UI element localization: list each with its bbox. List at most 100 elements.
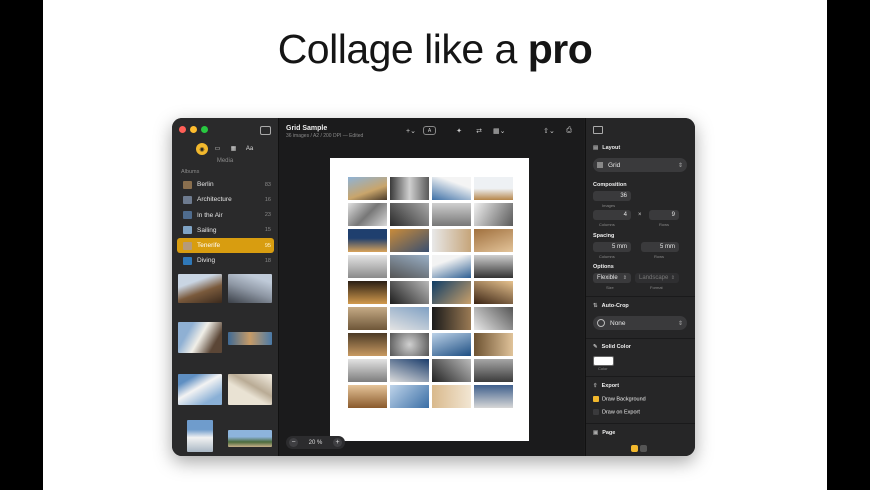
photo-thumbnail[interactable]	[228, 332, 272, 345]
layout-menu-icon[interactable]: ▦⌄	[491, 126, 507, 136]
format-select[interactable]: Landscape ⇕	[635, 273, 679, 283]
sidebar-toggle-icon[interactable]	[260, 126, 271, 135]
autocrop-select[interactable]: None ⇕	[593, 316, 687, 330]
draw-background-checkbox[interactable]: Draw Background	[593, 396, 646, 402]
collage-grid	[348, 177, 513, 408]
zoom-in-icon[interactable]: +	[333, 438, 342, 447]
collage-photo-cell[interactable]	[348, 229, 387, 252]
album-photo-browser	[178, 274, 272, 456]
collage-photo-cell[interactable]	[432, 307, 471, 330]
export-heading: ⇧ Export	[593, 383, 620, 389]
collage-photo-cell[interactable]	[348, 385, 387, 408]
chevron-up-down-icon: ⇕	[677, 320, 683, 327]
photos-mode-icon[interactable]: ◉	[196, 143, 208, 155]
collage-page[interactable]	[330, 158, 529, 441]
collage-photo-cell[interactable]	[348, 281, 387, 304]
page-view-alt-icon[interactable]	[640, 445, 647, 452]
photo-thumbnail[interactable]	[228, 374, 272, 405]
close-window-button[interactable]	[179, 126, 186, 133]
collage-photo-cell[interactable]	[348, 255, 387, 278]
pattern-mode-icon[interactable]: ▦	[227, 143, 240, 154]
collage-photo-cell[interactable]	[390, 359, 429, 382]
albums-heading: Albums	[181, 169, 200, 175]
collage-photo-cell[interactable]	[390, 281, 429, 304]
collage-photo-cell[interactable]	[474, 177, 513, 200]
rows-field[interactable]: 9	[649, 210, 679, 220]
collage-photo-cell[interactable]	[348, 203, 387, 226]
photo-thumbnail[interactable]	[178, 374, 222, 405]
collage-photo-cell[interactable]	[432, 385, 471, 408]
collage-photo-cell[interactable]	[390, 203, 429, 226]
images-field[interactable]: 36	[593, 191, 631, 201]
divider	[586, 338, 695, 339]
album-item[interactable]: Sailing 15	[177, 223, 274, 238]
collage-photo-cell[interactable]	[390, 307, 429, 330]
collage-photo-cell[interactable]	[390, 177, 429, 200]
shuffle-icon[interactable]: ⇄	[471, 126, 487, 136]
columns-field[interactable]: 4	[593, 210, 631, 220]
zoom-level[interactable]: 20 %	[309, 440, 323, 446]
format-label: Format	[650, 285, 663, 290]
spacing-columns-field[interactable]: 5 mm	[593, 242, 631, 252]
collage-photo-cell[interactable]	[474, 307, 513, 330]
magic-wand-icon[interactable]: ✦	[451, 126, 467, 136]
photo-thumbnail[interactable]	[228, 430, 272, 447]
collage-photo-cell[interactable]	[348, 177, 387, 200]
album-count: 95	[264, 242, 271, 249]
toolbar-share-group: ⇧⌄ ⎙	[541, 125, 577, 136]
spacing-rows-label: Rows	[654, 254, 665, 259]
media-mode-switcher: ◉ ▭ ▦ Aa	[196, 143, 256, 155]
collage-photo-cell[interactable]	[474, 229, 513, 252]
color-label: Color	[598, 366, 608, 371]
collage-photo-cell[interactable]	[390, 385, 429, 408]
album-item-selected[interactable]: Tenerife 95	[177, 238, 274, 254]
page-heading: ▣ Page	[593, 430, 616, 436]
text-mode-icon[interactable]: Aa	[243, 143, 256, 154]
inspector-toggle-icon[interactable]	[593, 126, 603, 134]
collage-photo-cell[interactable]	[390, 229, 429, 252]
collage-photo-cell[interactable]	[474, 281, 513, 304]
collage-photo-cell[interactable]	[348, 359, 387, 382]
collage-photo-cell[interactable]	[432, 281, 471, 304]
page-view-mode-icon[interactable]	[631, 445, 638, 452]
add-menu-icon[interactable]: +⌄	[403, 126, 419, 136]
photo-thumbnail[interactable]	[228, 274, 272, 303]
album-count: 16	[264, 196, 271, 203]
album-item[interactable]: Berlin 83	[177, 177, 274, 192]
collage-photo-cell[interactable]	[390, 255, 429, 278]
text-box-icon[interactable]: A	[423, 126, 436, 135]
collage-photo-cell[interactable]	[432, 359, 471, 382]
collage-photo-cell[interactable]	[432, 177, 471, 200]
zoom-out-icon[interactable]: −	[289, 438, 298, 447]
print-icon[interactable]: ⎙	[561, 126, 577, 136]
spacing-rows-field[interactable]: 5 mm	[641, 242, 679, 252]
collage-photo-cell[interactable]	[348, 307, 387, 330]
layout-select[interactable]: Grid ⇕	[593, 158, 687, 172]
collage-photo-cell[interactable]	[432, 255, 471, 278]
album-item[interactable]: Diving 18	[177, 253, 274, 268]
color-well[interactable]	[593, 356, 614, 366]
collage-photo-cell[interactable]	[474, 255, 513, 278]
size-select[interactable]: Flexible ⇕	[593, 273, 631, 283]
collage-photo-cell[interactable]	[432, 203, 471, 226]
collage-photo-cell[interactable]	[474, 203, 513, 226]
collage-photo-cell[interactable]	[390, 333, 429, 356]
collage-photo-cell[interactable]	[432, 229, 471, 252]
draw-on-export-checkbox[interactable]: Draw on Export	[593, 409, 640, 415]
photo-thumbnail[interactable]	[187, 420, 213, 452]
share-icon[interactable]: ⇧⌄	[541, 126, 557, 136]
minimize-window-button[interactable]	[190, 126, 197, 133]
collage-photo-cell[interactable]	[348, 333, 387, 356]
album-item[interactable]: In the Air 23	[177, 208, 274, 223]
collage-photo-cell[interactable]	[474, 385, 513, 408]
collage-photo-cell[interactable]	[474, 359, 513, 382]
frame-mode-icon[interactable]: ▭	[211, 143, 224, 154]
divider	[586, 423, 695, 424]
photo-thumbnail[interactable]	[178, 274, 222, 303]
size-label: Size	[606, 285, 614, 290]
zoom-window-button[interactable]	[201, 126, 208, 133]
collage-photo-cell[interactable]	[432, 333, 471, 356]
collage-photo-cell[interactable]	[474, 333, 513, 356]
photo-thumbnail[interactable]	[178, 322, 222, 353]
album-item[interactable]: Architecture 16	[177, 192, 274, 207]
